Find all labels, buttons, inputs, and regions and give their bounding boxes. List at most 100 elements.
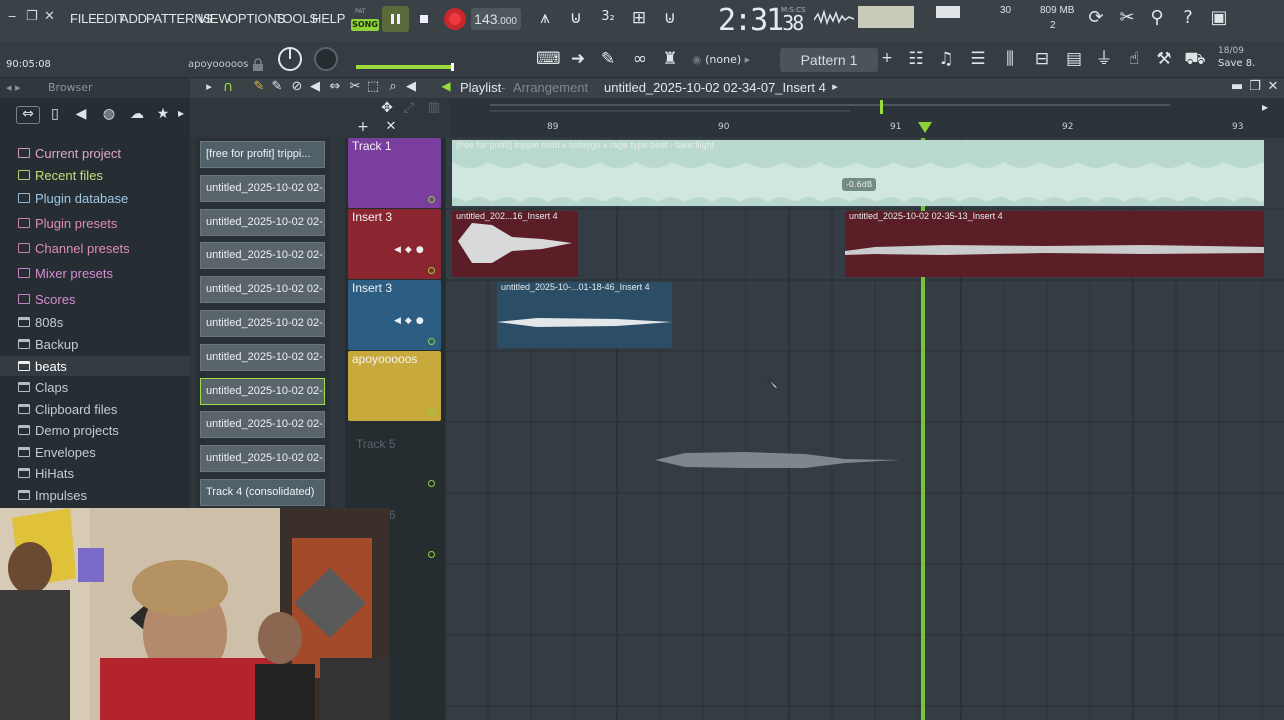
undo-history-icon[interactable]: ⟳ [1085,9,1107,27]
cloud-icon[interactable]: ☁ [128,107,146,121]
selected-clip-name[interactable]: untitled_2025-10-02 02-34-07_Insert 4 [604,80,826,95]
browser-item[interactable]: Current project [18,143,121,163]
playlist-mode[interactable]: Arrangement [513,80,588,95]
magnet-icon[interactable]: ∩ [220,80,236,94]
browser-item[interactable]: Scores [18,289,75,309]
wait-input-icon[interactable]: ⊍ [564,10,588,27]
browser-item[interactable]: Plugin presets [18,213,117,233]
slip-tool-icon[interactable]: ⇔ [328,80,342,93]
slice-tool-icon[interactable]: ✂ [348,80,362,93]
track-enable-icon[interactable] [428,551,435,558]
pattern-picker-item[interactable]: untitled_2025-10-02 02-... [200,411,325,439]
stamp-icon[interactable]: ♜ [660,51,680,68]
menu-help[interactable]: HELP [312,11,345,26]
playlist-maximize-icon[interactable]: ❐ [1248,80,1262,93]
close-icon[interactable]: ✕ [44,9,55,24]
lock-icon[interactable] [252,57,264,71]
track-header[interactable]: Insert 3 ◀◆● [348,280,441,350]
globe-icon[interactable]: ◍ [100,107,118,121]
track-header[interactable]: Insert 3 ◀◆● [348,209,441,279]
timeline-overview-scrollbar[interactable]: ▸ [450,98,1284,118]
delete-tool-icon[interactable]: ⊘ [290,80,304,93]
pat-song-toggle[interactable]: PAT SONG [349,6,379,34]
overview-right-arrow-icon[interactable]: ▸ [1258,101,1272,113]
add-pattern-icon[interactable]: + [880,51,894,65]
browser-item[interactable]: Backup [18,334,78,354]
countdown-icon[interactable]: 3₂ [596,10,620,23]
mute-tool-icon[interactable]: ◀ [308,80,322,93]
piano-roll-icon[interactable]: ⌨ [536,51,561,68]
horizontal-zoom-icon[interactable]: ⤢ [400,101,418,115]
record-button[interactable] [442,6,468,32]
playhead-marker-icon[interactable] [918,119,932,133]
cut-tool-icon[interactable]: ✂ [1116,9,1138,27]
step-edit-icon[interactable]: ⊞ [628,10,650,27]
browser-item[interactable]: Envelopes [18,442,96,462]
paint-tool-icon[interactable]: ✎ [270,80,284,93]
pattern-picker-item[interactable]: untitled_2025-10-02 02-... [200,445,325,473]
browser-item[interactable]: Impulses [18,485,87,505]
loop-record-icon[interactable]: ⊍ [658,10,682,27]
cart-icon[interactable]: ⛟ [1184,51,1206,68]
pattern-picker-item[interactable]: Track 4 (consolidated) [200,479,325,506]
arrow-right-icon[interactable]: ➜ [568,51,588,68]
file-icon[interactable]: ▯ [46,107,64,121]
pattern-picker-item[interactable]: untitled_2025-10-02 02-... [200,276,325,304]
pattern-picker-item[interactable]: untitled_2025-10-02 02-... [200,343,325,371]
pattern-picker-item[interactable]: untitled_2025-10-02 02-... [200,310,325,337]
browser-all-icon[interactable]: ⇔ [16,106,40,124]
track-controls-icon[interactable]: ◀◆● [394,245,428,255]
menu-file[interactable]: FILE [70,11,97,26]
menu-add[interactable]: ADD [120,11,147,26]
playlist-minimize-icon[interactable]: ▬ [1230,80,1244,93]
menu-view[interactable]: VIEW [198,11,231,26]
main-volume-slider[interactable] [356,56,456,71]
picker-toggle-icon[interactable]: ▥ [426,101,442,114]
gain-badge[interactable]: -0.6dB [842,178,877,191]
vertical-zoom-icon[interactable]: ✥ [378,101,396,115]
remove-track-icon[interactable]: ✕ [384,120,398,133]
browser-item[interactable]: 808s [18,312,63,332]
playlist-icon[interactable]: ☷ [904,51,928,68]
browser-item[interactable]: beats [0,356,190,376]
track-enable-icon[interactable] [428,409,435,416]
track-enable-icon[interactable] [428,196,435,203]
tempo-display[interactable]: 143.000 [471,8,521,30]
master-volume-knob[interactable] [276,45,304,73]
browser-item[interactable]: Claps [18,377,68,397]
link-icon[interactable]: ∞ [630,51,650,68]
clip-name-arrow-icon[interactable]: ▸ [830,81,840,92]
pattern-picker-item[interactable]: untitled_2025-10-02 02-... [200,242,325,270]
stop-button[interactable] [414,6,436,32]
master-pitch-knob[interactable] [312,45,340,73]
browser-item[interactable]: Mixer presets [18,263,113,283]
browser-item[interactable]: Recent files [18,165,103,185]
playlist-close-icon[interactable]: ✕ [1266,80,1280,93]
pattern-picker-item[interactable]: untitled_2025-10-02 02-... [200,208,325,236]
faders-icon[interactable]: ⫼ [998,51,1022,68]
audio-clip[interactable]: untitled_202...16_Insert 4 [452,211,578,277]
browser-item[interactable]: HiHats [18,463,74,483]
pattern-picker-item[interactable]: [free for profit] trippi... [200,141,325,168]
browser-item[interactable]: Channel presets [18,238,130,258]
playlist-grid[interactable]: [free for profit] trippie redd x sofaygo… [445,138,1284,720]
touch-icon[interactable]: ☝ [1122,51,1146,68]
track-enable-icon[interactable] [428,267,435,274]
pattern-picker-item[interactable]: untitled_2025-10-02 02-... [200,377,325,405]
speaker-icon[interactable]: ◀ [72,107,90,121]
channel-rack-icon[interactable]: ♫ [934,51,958,68]
browser-item[interactable]: Plugin database [18,188,128,208]
playlist-menu-arrow-icon[interactable]: ▸ [204,81,214,92]
add-track-icon[interactable]: + [356,120,370,134]
browser-icon[interactable]: ⊟ [1030,51,1054,68]
draw-tool-icon[interactable]: ✎ [252,80,266,93]
snap-select[interactable]: ◉ (none) ▸ [692,53,772,69]
track-header[interactable]: Track 1 [348,138,441,208]
audio-clip[interactable]: [free for profit] trippie redd x sofaygo… [452,140,1264,206]
star-icon[interactable]: ★ [154,107,172,121]
track-header[interactable]: apoyooooos [348,351,441,421]
zoom-tool-icon[interactable]: ⌕ [386,80,400,93]
pencil-icon[interactable]: ✎ [598,51,618,68]
track-controls-icon[interactable]: ◀◆● [394,316,428,326]
mixer-icon[interactable]: ☰ [966,51,990,68]
